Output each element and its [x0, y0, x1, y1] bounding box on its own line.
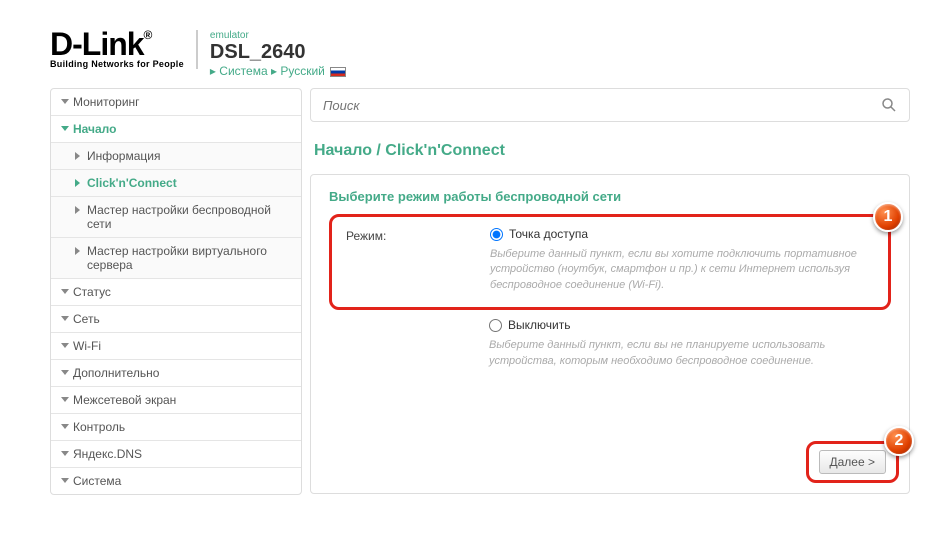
radio-access-point-input[interactable]: [490, 228, 503, 241]
logo: D-Link® Building Networks for People: [50, 30, 198, 69]
brand-text: D-Link®: [50, 30, 151, 59]
crumb-lang[interactable]: Русский: [280, 64, 325, 78]
search-box[interactable]: [310, 88, 910, 122]
emulator-label: emulator: [210, 30, 346, 41]
sidebar-item-firewall[interactable]: Межсетевой экран: [51, 387, 301, 414]
page-breadcrumb: Начало / Click'n'Connect: [310, 134, 910, 174]
radio-disable[interactable]: Выключить: [489, 318, 891, 332]
flag-ru-icon: [330, 67, 346, 77]
option1-hint: Выберите данный пункт, если вы хотите по…: [490, 247, 874, 293]
sidebar: Мониторинг Начало Информация Click'n'Con…: [50, 88, 302, 495]
panel: Выберите режим работы беспроводной сети …: [310, 174, 910, 494]
header: D-Link® Building Networks for People emu…: [0, 0, 950, 88]
model-name: DSL_2640: [210, 41, 346, 64]
header-breadcrumb: ▸ Система ▸ Русский: [210, 64, 346, 78]
search-input[interactable]: [323, 98, 881, 113]
arrow-icon: ▸: [271, 64, 277, 78]
mode-label: Режим:: [346, 227, 480, 243]
sidebar-item-wifi[interactable]: Wi-Fi: [51, 333, 301, 360]
sidebar-item-monitoring[interactable]: Мониторинг: [51, 89, 301, 116]
annotation-badge-2: 2: [884, 426, 914, 456]
highlighted-section-1: 1 Режим: Точка доступа Выберите данный п…: [329, 214, 891, 310]
annotation-badge-1: 1: [873, 202, 903, 232]
sidebar-item-yandex-dns[interactable]: Яндекс.DNS: [51, 441, 301, 468]
radio-disable-input[interactable]: [489, 319, 502, 332]
sidebar-item-clicknconnect[interactable]: Click'n'Connect: [51, 170, 301, 197]
next-button[interactable]: Далее >: [819, 450, 887, 474]
panel-title: Выберите режим работы беспроводной сети: [329, 189, 891, 204]
crumb-system[interactable]: Система: [219, 64, 267, 78]
radio-disable-label: Выключить: [508, 318, 570, 332]
sidebar-item-system[interactable]: Система: [51, 468, 301, 494]
sidebar-item-control[interactable]: Контроль: [51, 414, 301, 441]
main-content: Начало / Click'n'Connect Выберите режим …: [310, 88, 910, 495]
option-disable-block: Выключить Выберите данный пункт, если вы…: [329, 318, 891, 369]
radio-access-point-label: Точка доступа: [509, 227, 588, 241]
sidebar-item-wireless-wizard[interactable]: Мастер настройки беспроводной сети: [51, 197, 301, 238]
sidebar-item-status[interactable]: Статус: [51, 279, 301, 306]
model-block: emulator DSL_2640 ▸ Система ▸ Русский: [198, 30, 346, 78]
search-icon[interactable]: [881, 97, 897, 113]
sidebar-item-network[interactable]: Сеть: [51, 306, 301, 333]
sidebar-item-info[interactable]: Информация: [51, 143, 301, 170]
arrow-icon: ▸: [210, 64, 216, 78]
option2-hint: Выберите данный пункт, если вы не планир…: [489, 338, 891, 369]
highlighted-section-2: 2 Далее >: [806, 441, 900, 483]
radio-access-point[interactable]: Точка доступа: [490, 227, 874, 241]
sidebar-item-virtual-server-wizard[interactable]: Мастер настройки виртуального сервера: [51, 238, 301, 279]
brand-tagline: Building Networks for People: [50, 59, 184, 69]
sidebar-item-start[interactable]: Начало: [51, 116, 301, 143]
sidebar-item-advanced[interactable]: Дополнительно: [51, 360, 301, 387]
